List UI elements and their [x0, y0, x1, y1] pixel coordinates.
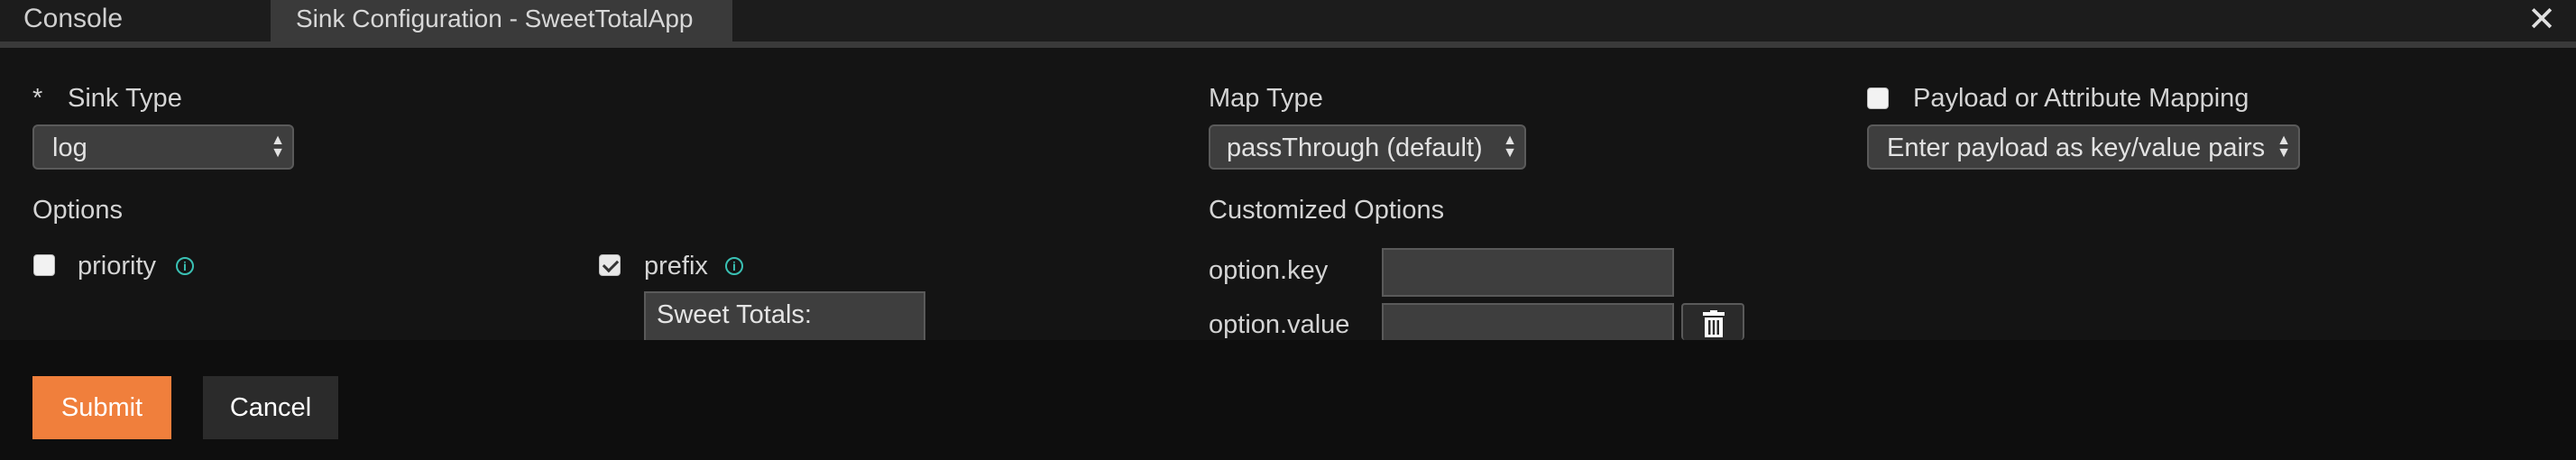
- payload-mapping-select[interactable]: Enter payload as key/value pairs ▲ ▼: [1867, 124, 2300, 170]
- map-type-value: passThrough (default): [1227, 133, 1483, 162]
- select-arrows-icon: ▲ ▼: [2277, 133, 2291, 161]
- cancel-button[interactable]: Cancel: [203, 376, 338, 439]
- prefix-label: prefix: [644, 252, 708, 281]
- submit-button[interactable]: Submit: [32, 376, 171, 439]
- option-value-label: option.value: [1209, 310, 1350, 339]
- payload-mapping-value: Enter payload as key/value pairs: [1887, 133, 2266, 162]
- required-marker: *: [32, 84, 43, 113]
- options-label: Options: [32, 196, 123, 225]
- option-key-input[interactable]: [1382, 248, 1674, 297]
- delete-option-button[interactable]: [1681, 303, 1744, 340]
- priority-checkbox[interactable]: [33, 254, 55, 276]
- dialog-footer: [0, 340, 2576, 460]
- priority-info-icon[interactable]: i: [176, 257, 194, 275]
- priority-label: priority: [78, 252, 157, 281]
- tab-sink-configuration-label: Sink Configuration - SweetTotalApp: [296, 5, 694, 32]
- tab-bar-divider: [0, 41, 2576, 48]
- option-key-label: option.key: [1209, 256, 1329, 285]
- select-arrows-icon: ▲ ▼: [271, 133, 285, 161]
- sink-type-value: log: [52, 133, 87, 162]
- prefix-input[interactable]: Sweet Totals:: [644, 291, 925, 340]
- payload-mapping-label: Payload or Attribute Mapping: [1913, 84, 2249, 113]
- sink-type-label: Sink Type: [68, 84, 182, 113]
- sink-type-select[interactable]: log ▲ ▼: [32, 124, 294, 170]
- payload-mapping-checkbox[interactable]: [1867, 87, 1889, 109]
- tab-console[interactable]: Console: [22, 0, 123, 41]
- trash-icon: [1703, 310, 1725, 337]
- map-type-label: Map Type: [1209, 84, 1323, 113]
- close-icon[interactable]: ✕: [2524, 0, 2560, 41]
- prefix-checkbox[interactable]: [599, 254, 621, 276]
- tab-sink-configuration[interactable]: Sink Configuration - SweetTotalApp: [271, 0, 732, 41]
- option-value-input[interactable]: [1382, 303, 1674, 340]
- prefix-info-icon[interactable]: i: [725, 257, 743, 275]
- customized-options-label: Customized Options: [1209, 196, 1445, 225]
- select-arrows-icon: ▲ ▼: [1503, 133, 1517, 161]
- map-type-select[interactable]: passThrough (default) ▲ ▼: [1209, 124, 1526, 170]
